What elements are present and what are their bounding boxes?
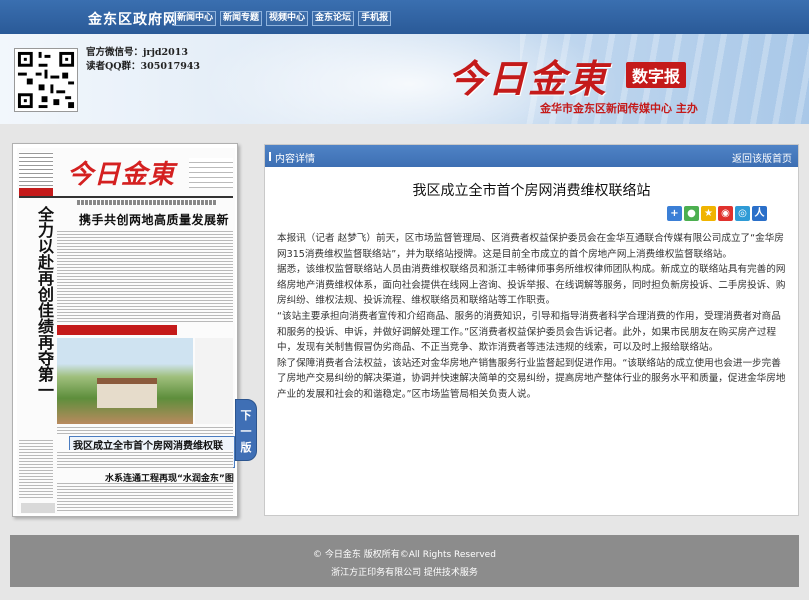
site-name[interactable]: 金东区政府网 bbox=[88, 9, 178, 29]
article-paragraph: 本报讯（记者 赵梦飞）前天，区市场监督管理局、区消费者权益保护委员会在金华互通联… bbox=[277, 233, 784, 260]
newspaper-page-preview[interactable]: 今日金東 全力以赴再创佳绩再夺第一 携手共创两地高质量发展新局面 我区成立全市首… bbox=[12, 143, 238, 517]
nav-link-mobile-paper[interactable]: 手机报 bbox=[358, 11, 392, 26]
article-paragraph: “该站主要承担向消费者宣传和介绍商品、服务的消费知识，引导和指导消费者科学合理消… bbox=[277, 310, 781, 354]
wechat-icon[interactable]: ● bbox=[684, 206, 699, 221]
article-paragraph: 据悉，该维权监督联络站人员由消费维权联络员和浙江丰畅律师事务所维权律师团队构成。… bbox=[277, 264, 786, 307]
weibo-icon[interactable]: ◉ bbox=[718, 206, 733, 221]
contact-info: 官方微信号：jrjd2013 读者QQ群：305017943 bbox=[86, 46, 200, 74]
logo-subtitle: 数字报 bbox=[626, 62, 687, 88]
next-page-tab[interactable]: 下一版 bbox=[235, 399, 257, 461]
nav-links: 新闻中心 新闻专题 视频中心 金东论坛 手机报 bbox=[174, 11, 392, 26]
article-body: 本报讯（记者 赵梦飞）前天，区市场监督管理局、区消费者权益保护委员会在金华互通联… bbox=[277, 231, 787, 403]
article-title: 我区成立全市首个房网消费维权联络站 bbox=[412, 183, 651, 199]
section-label: 内容详情 bbox=[269, 150, 315, 165]
tencent-weibo-icon[interactable]: ◎ bbox=[735, 206, 750, 221]
wechat-account: 官方微信号：jrjd2013 bbox=[86, 47, 188, 58]
share-icons: + ● ★ ◉ ◎ 人 bbox=[667, 206, 767, 221]
article-header-bar: 内容详情 返回该版首页 bbox=[265, 145, 798, 167]
nav-link-news-center[interactable]: 新闻中心 bbox=[174, 11, 217, 26]
footer-copyright: © 今日金东 版权所有©All Rights Reserved bbox=[313, 550, 496, 560]
renren-icon[interactable]: 人 bbox=[752, 206, 767, 221]
plus-icon[interactable]: + bbox=[667, 206, 682, 221]
banner: 官方微信号：jrjd2013 读者QQ群：305017943 今日金東 数字报 … bbox=[0, 34, 809, 124]
qq-group: 读者QQ群：305017943 bbox=[86, 61, 201, 72]
qzone-icon[interactable]: ★ bbox=[701, 206, 716, 221]
qr-code-icon bbox=[15, 49, 77, 111]
qr-code-image bbox=[14, 48, 78, 112]
article-panel: 内容详情 返回该版首页 我区成立全市首个房网消费维权联络站 + ● ★ ◉ ◎ … bbox=[264, 144, 799, 516]
footer: © 今日金东 版权所有©All Rights Reserved 浙江方正印务有限… bbox=[10, 535, 799, 587]
back-to-page-link[interactable]: 返回该版首页 bbox=[732, 150, 792, 165]
top-nav-bar: 金东区政府网 新闻中心 新闻专题 视频中心 金东论坛 手机报 bbox=[0, 0, 809, 34]
nav-link-news-topics[interactable]: 新闻专题 bbox=[220, 11, 263, 26]
nav-link-forum[interactable]: 金东论坛 bbox=[312, 11, 355, 26]
logo-tagline: 金华市金东区新闻传媒中心 主办 bbox=[540, 102, 698, 115]
paper-photo[interactable] bbox=[57, 338, 193, 424]
logo-title: 今日金東 bbox=[448, 56, 609, 101]
article-paragraph: 除了保障消费者合法权益，该站还对金华房地产销售服务行业监督起到促进作用。“该联络… bbox=[277, 357, 786, 400]
nav-link-video-center[interactable]: 视频中心 bbox=[266, 11, 309, 26]
paper-masthead: 今日金東 bbox=[67, 160, 176, 190]
footer-tech-support: 浙江方正印务有限公司 提供技术服务 bbox=[331, 568, 478, 578]
